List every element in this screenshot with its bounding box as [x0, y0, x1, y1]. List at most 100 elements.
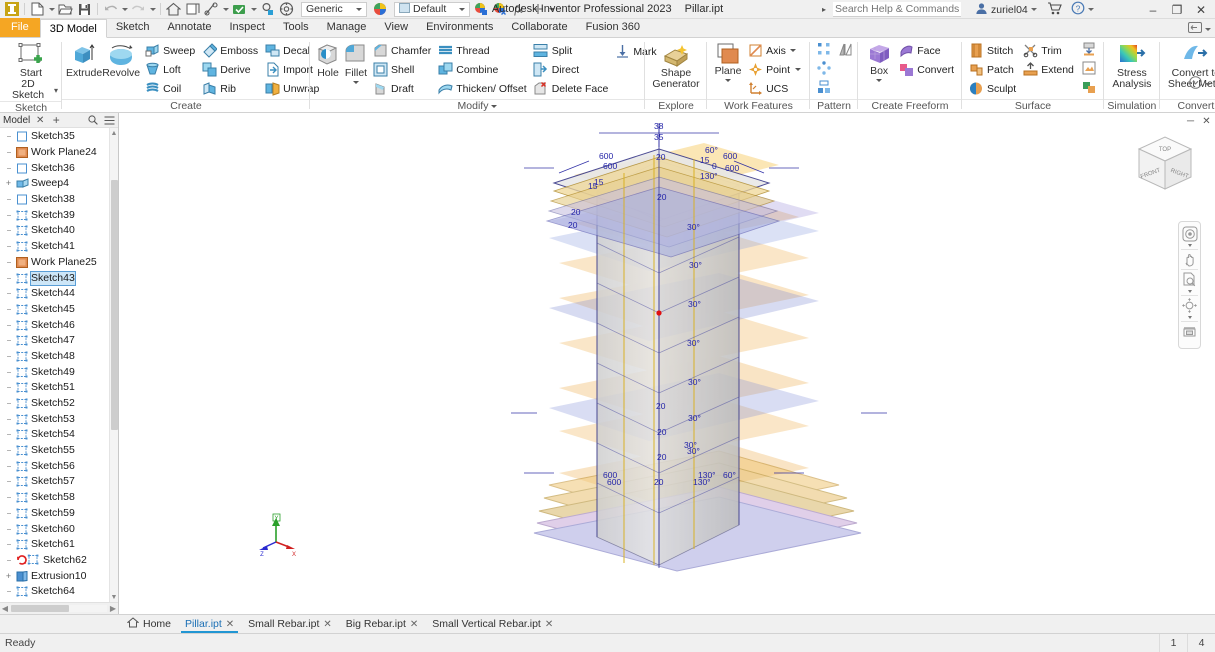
browser-node-sketch55[interactable]: Sketch55 [0, 443, 118, 459]
scroll-right-icon[interactable]: ▶ [108, 604, 118, 613]
home-icon[interactable] [165, 1, 182, 17]
ribbon-tab-manage[interactable]: Manage [318, 18, 376, 37]
browser-node-sketch57[interactable]: Sketch57 [0, 474, 118, 490]
help-dropdown-icon[interactable] [1088, 2, 1095, 18]
qat-overflow-icon[interactable] [548, 1, 555, 17]
close-icon[interactable]: ✕ [410, 619, 418, 630]
user-dropdown-icon[interactable] [1031, 2, 1038, 18]
modify-panel-expand-icon[interactable] [491, 105, 497, 108]
minimize-icon[interactable]: ─ [1184, 115, 1197, 128]
browser-node-sketch43[interactable]: Sketch43 [0, 270, 118, 286]
browser-node-sketch51[interactable]: Sketch51 [0, 380, 118, 396]
freeform-box-button[interactable]: Box [862, 41, 896, 84]
ribbon-tab-annotate[interactable]: Annotate [158, 18, 220, 37]
parameters-fx-icon[interactable]: fx [510, 1, 527, 17]
scroll-down-icon[interactable]: ▼ [110, 592, 118, 602]
browser-node-sketch35[interactable]: Sketch35 [0, 129, 118, 145]
extend-button[interactable]: Extend [1020, 60, 1078, 79]
expand-toggle-icon[interactable]: + [4, 571, 13, 581]
close-icon[interactable]: ✕ [323, 619, 331, 630]
material-dropdown-icon[interactable] [354, 3, 364, 16]
scroll-left-icon[interactable]: ◀ [0, 604, 10, 613]
help-search[interactable]: ▸ [822, 2, 961, 17]
sketch-visibility-icon[interactable] [203, 1, 220, 17]
pan-icon[interactable] [1180, 251, 1199, 268]
browser-node-sketch36[interactable]: Sketch36 [0, 160, 118, 176]
rectangular-pattern-button[interactable] [813, 41, 835, 60]
document-tab-big-rebar[interactable]: Big Rebar.ipt ✕ [339, 615, 426, 633]
ribbon-tab-tools[interactable]: Tools [274, 18, 318, 37]
browser-node-work-plane25[interactable]: Work Plane25 [0, 255, 118, 271]
add-to-qat-icon[interactable] [529, 1, 546, 17]
repair-bodies-button[interactable] [1078, 60, 1100, 79]
work-axis-dropdown-icon[interactable] [789, 43, 798, 59]
h-scrollbar-thumb[interactable] [11, 605, 69, 612]
look-at-icon[interactable] [1180, 323, 1199, 340]
fillet-dropdown-icon[interactable] [353, 79, 359, 86]
shape-generator-button[interactable]: Shape Generator [649, 41, 703, 90]
hole-button[interactable]: Hole [314, 41, 342, 79]
ribbon-tab-sketch[interactable]: Sketch [107, 18, 159, 37]
orbit-dropdown-icon[interactable] [1188, 314, 1192, 320]
extrude-button[interactable]: Extrude [66, 41, 102, 79]
material-combo[interactable]: Generic [301, 2, 367, 17]
scroll-up-icon[interactable]: ▲ [110, 128, 118, 138]
wheel-dropdown-icon[interactable] [1188, 242, 1192, 248]
document-tab-small-vertical-rebar[interactable]: Small Vertical Rebar.ipt ✕ [425, 615, 560, 633]
browser-node-sketch56[interactable]: Sketch56 [0, 458, 118, 474]
clear-appearance-icon[interactable] [491, 1, 508, 17]
browser-node-sketch59[interactable]: Sketch59 [0, 506, 118, 522]
derive-button[interactable]: Derive [199, 60, 262, 79]
plus-icon[interactable]: + [50, 114, 62, 127]
expand-toggle-icon[interactable]: + [4, 179, 13, 189]
browser-node-sweep4[interactable]: +Sweep4 [0, 176, 118, 192]
revolve-button[interactable]: Revolve [102, 41, 140, 79]
ribbon-tab-file[interactable]: File [0, 18, 40, 37]
update-icon[interactable] [231, 1, 248, 17]
user-account[interactable]: zuriel04 ? [975, 1, 1095, 18]
rib-button[interactable]: Rib [199, 79, 262, 98]
fillet-button[interactable]: Fillet [342, 41, 370, 86]
select-icon[interactable] [259, 1, 276, 17]
stitch-button[interactable]: Stitch [966, 41, 1020, 60]
browser-node-sketch54[interactable]: Sketch54 [0, 427, 118, 443]
appearance-combo[interactable]: Default [394, 2, 470, 17]
full-navigation-wheel-icon[interactable] [1180, 225, 1199, 242]
document-tab-home[interactable]: Home [120, 615, 178, 633]
work-plane-button[interactable]: Plane [711, 41, 745, 84]
work-point-dropdown-icon[interactable] [793, 62, 802, 78]
trim-button[interactable]: Trim [1020, 41, 1078, 60]
help-icon[interactable]: ? [1071, 1, 1085, 18]
sketch-driven-pattern-button[interactable] [813, 79, 835, 98]
browser-horizontal-scrollbar[interactable]: ◀ ▶ [0, 602, 118, 614]
work-point-button[interactable]: Point [745, 60, 806, 79]
stress-analysis-button[interactable]: Stress Analysis [1108, 41, 1156, 90]
appearance-dropdown-icon[interactable] [457, 3, 467, 16]
browser-node-sketch58[interactable]: Sketch58 [0, 490, 118, 506]
loft-button[interactable]: Loft [142, 60, 199, 79]
browser-node-sketch60[interactable]: Sketch60 [0, 521, 118, 537]
mirror-button[interactable] [835, 41, 857, 60]
browser-node-work-plane24[interactable]: Work Plane24 [0, 145, 118, 161]
ribbon-tab-collaborate[interactable]: Collaborate [502, 18, 576, 37]
ribbon-tab-3d-model[interactable]: 3D Model [40, 19, 107, 38]
search-input[interactable] [833, 2, 961, 17]
scrollbar-thumb[interactable] [111, 180, 118, 430]
browser-node-sketch48[interactable]: Sketch48 [0, 349, 118, 365]
split-button[interactable]: Split [531, 41, 613, 60]
thread-button[interactable]: Thread [435, 41, 530, 60]
ribbon-display-dropdown-icon[interactable] [1204, 21, 1211, 37]
freeform-face-button[interactable]: Face [896, 41, 958, 60]
close-window-button[interactable]: ✕ [1189, 0, 1213, 19]
browser-node-sketch40[interactable]: Sketch40 [0, 223, 118, 239]
update-dropdown-icon[interactable] [250, 1, 257, 17]
zoom-icon[interactable] [1180, 271, 1199, 288]
open-file-icon[interactable] [57, 1, 74, 17]
browser-node-sketch62[interactable]: Sketch62 [0, 553, 118, 569]
browser-node-sketch39[interactable]: Sketch39 [0, 207, 118, 223]
3d-viewport[interactable]: ─ ✕ [119, 113, 1215, 614]
new-file-dropdown-icon[interactable] [48, 1, 55, 17]
direct-button[interactable]: Direct [531, 60, 613, 79]
combine-button[interactable]: Combine [435, 60, 530, 79]
browser-node-sketch53[interactable]: Sketch53 [0, 411, 118, 427]
